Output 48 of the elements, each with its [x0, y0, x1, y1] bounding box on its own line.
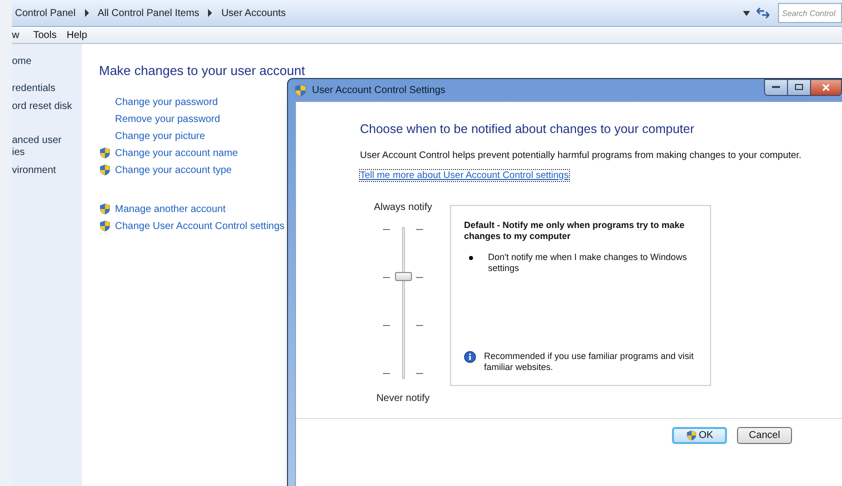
level-detail: Don't notify me when I make changes to Windows settings: [488, 252, 688, 274]
sidebar-link[interactable]: redentials: [12, 83, 82, 95]
shield-icon: [294, 84, 307, 96]
info-icon: [464, 350, 476, 363]
slider-thumb[interactable]: [395, 272, 412, 282]
task-link[interactable]: Change your picture: [115, 128, 206, 144]
close-button[interactable]: [811, 80, 841, 94]
dialog-description: User Account Control helps prevent potentially harmful programs from making changes to your computer.: [360, 150, 802, 162]
dialog-heading: Choose when to be notified about changes to your computer: [360, 121, 696, 138]
slider-top-label: Always notify: [374, 200, 432, 215]
sidebar-link[interactable]: ord reset disk: [12, 101, 82, 113]
dropdown-arrow-icon[interactable]: [743, 10, 750, 16]
task-link[interactable]: Change your account name: [115, 146, 238, 160]
sidebar-link[interactable]: anced user ies: [12, 135, 82, 159]
help-link[interactable]: Tell me more about User Account Control settings: [360, 170, 569, 181]
breadcrumb-arrow-icon: [84, 9, 90, 17]
dialog-button[interactable]: OK: [672, 427, 727, 444]
task-link[interactable]: Change your password: [115, 94, 218, 110]
shield-icon: [99, 164, 111, 176]
task-link[interactable]: Manage another account: [115, 202, 226, 216]
minimize-button[interactable]: [765, 80, 788, 94]
menu-item[interactable]: w: [12, 28, 28, 43]
refresh-icon[interactable]: [756, 7, 770, 19]
dialog-title: User Account Control Settings: [312, 84, 446, 98]
task-link[interactable]: Change User Account Control settings: [115, 218, 285, 234]
sidebar-link[interactable]: ome: [12, 56, 82, 68]
shield-icon: [99, 220, 111, 232]
page-heading: Make changes to your user account: [99, 62, 306, 80]
task-link[interactable]: Remove your password: [115, 112, 220, 126]
dialog-button[interactable]: Cancel: [737, 427, 792, 444]
shield-icon: [99, 203, 111, 215]
sidebar-link[interactable]: vironment: [12, 165, 82, 177]
menu-item[interactable]: Help: [62, 28, 92, 43]
breadcrumb-item[interactable]: User Accounts: [221, 6, 286, 20]
slider-bottom-label: Never notify: [376, 392, 430, 406]
bullet-icon: [469, 256, 473, 260]
search-field[interactable]: Search Control: [778, 3, 842, 23]
breadcrumb-item[interactable]: Control Panel: [15, 6, 76, 20]
close-icon: [822, 84, 830, 90]
menu-item[interactable]: Tools: [28, 28, 62, 43]
shield-icon: [99, 147, 111, 159]
maximize-button[interactable]: [788, 80, 811, 94]
breadcrumb-arrow-icon: [207, 9, 214, 17]
task-link[interactable]: Change your account type: [115, 162, 232, 178]
breadcrumb-item[interactable]: All Control Panel Items: [98, 6, 200, 20]
recommendation-note: Recommended if you use familiar programs and visit familiar websites.: [484, 350, 695, 373]
shield-icon: [686, 430, 697, 441]
level-title: Default - Notify me only when programs try to make changes to my computer: [464, 220, 686, 242]
